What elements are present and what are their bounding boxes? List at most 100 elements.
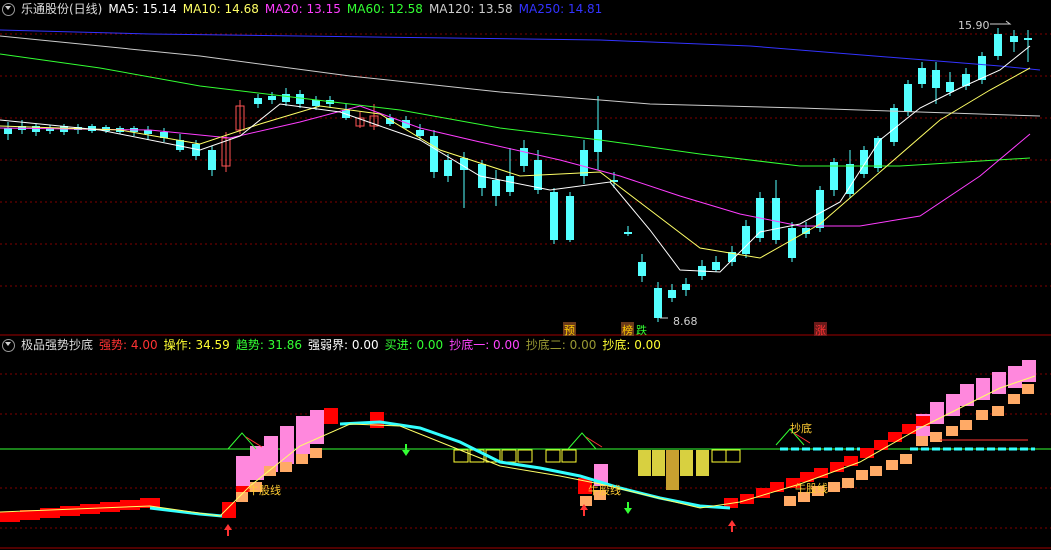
tan-bar <box>856 470 868 480</box>
candle-body-down <box>654 288 662 318</box>
operate-bar <box>666 450 679 490</box>
strength-bar <box>120 500 140 510</box>
annotation-niugu-3: 牛股线 <box>795 482 828 495</box>
indicator-pane[interactable]: 极品强势抄底 强势: 4.00 操作: 34.59 趋势: 31.86 强弱界: 0.… <box>0 336 1051 550</box>
candle-body-down <box>624 232 632 234</box>
tan-bar <box>900 454 912 464</box>
indicator-legend-item-3: 强弱界: 0.00 <box>308 338 379 352</box>
ma-legend-item-2: MA20: 13.15 <box>264 2 341 16</box>
tan-bar <box>870 466 882 476</box>
strength-bar <box>874 440 888 450</box>
tan-bar <box>842 478 854 488</box>
strength-bar <box>888 432 902 442</box>
operate-bar <box>680 450 693 476</box>
candle-body-down <box>682 284 690 290</box>
tan-bar <box>886 460 898 470</box>
indicator-legend: 强势: 4.00 操作: 34.59 趋势: 31.86 强弱界: 0.00 买进: 0… <box>99 336 661 354</box>
candle-body-down <box>144 130 152 134</box>
price-chart-pane[interactable]: 乐通股份(日线) MA5: 15.14 MA10: 14.68 MA20: 13.1… <box>0 0 1051 338</box>
price-chart[interactable] <box>0 0 1051 336</box>
tan-bar <box>264 466 276 476</box>
pink-bar <box>946 394 960 416</box>
operate-box <box>561 449 577 463</box>
stock-title: 乐通股份(日线) <box>21 2 103 16</box>
tan-bar <box>828 482 840 492</box>
strength-bar <box>844 456 858 466</box>
tan-bar <box>1008 394 1020 404</box>
sub-header: 极品强势抄底 强势: 4.00 操作: 34.59 趋势: 31.86 强弱界: 0.… <box>0 336 661 354</box>
candle-body-down <box>918 68 926 84</box>
candle-body-down <box>416 130 424 136</box>
operate-bar <box>696 450 709 476</box>
operate-box <box>501 449 517 463</box>
candle-body-down <box>444 160 452 176</box>
operate-bar <box>638 450 651 476</box>
tan-bar <box>280 462 292 472</box>
low-price-label: 8.68 <box>673 315 698 328</box>
strength-bar <box>222 502 236 518</box>
candle-body-down <box>580 150 588 176</box>
pink-bar <box>250 446 264 480</box>
ma-legend-item-5: MA250: 14.81 <box>518 2 603 16</box>
pink-bar <box>1022 360 1036 382</box>
indicator-chart[interactable] <box>0 336 1051 550</box>
indicator-legend-item-7: 抄底: 0.00 <box>602 338 661 352</box>
candle-body-down <box>430 136 438 172</box>
candle-body-down <box>4 128 12 134</box>
strength-bar <box>902 424 916 434</box>
strength-bar <box>740 494 754 504</box>
pink-bar <box>960 384 974 406</box>
indicator-legend-item-1: 操作: 34.59 <box>163 338 230 352</box>
strength-bar <box>324 408 338 424</box>
indicator-legend-item-0: 强势: 4.00 <box>99 338 158 352</box>
pink-bar <box>930 402 944 424</box>
candle-body-down <box>1024 38 1032 40</box>
ma-legend-item-4: MA120: 13.58 <box>428 2 513 16</box>
ma250-line <box>0 29 1041 71</box>
ma-legend-item-0: MA5: 15.14 <box>108 2 177 16</box>
strength-bar <box>60 506 80 516</box>
tan-bar <box>310 448 322 458</box>
candle-body-down <box>254 98 262 104</box>
sell-arrow-icon <box>624 502 632 514</box>
candle-body-down <box>506 176 514 192</box>
tan-bar <box>946 426 958 436</box>
buy-arrow-icon <box>728 520 736 532</box>
main-header: 乐通股份(日线) MA5: 15.14 MA10: 14.68 MA20: 13.1… <box>0 0 602 18</box>
candle-body-down <box>712 262 720 270</box>
sell-arrow-icon <box>402 444 410 456</box>
indicator-legend-item-6: 抄底二: 0.00 <box>525 338 597 352</box>
ma-legend-item-3: MA60: 12.58 <box>346 2 423 16</box>
annotation-niugu-1: 牛股线 <box>248 484 281 497</box>
candle-body-down <box>312 100 320 106</box>
operate-box <box>725 449 741 463</box>
candle-body-down <box>566 196 574 240</box>
buy-arrow-icon <box>224 524 232 536</box>
ma-legend: MA5: 15.14 MA10: 14.68 MA20: 13.15 MA60: 12… <box>108 0 602 18</box>
operate-box <box>517 449 533 463</box>
tan-bar <box>960 420 972 430</box>
candle-body-down <box>816 190 824 228</box>
candle-body-down <box>268 96 276 100</box>
ma-legend-item-1: MA10: 14.68 <box>182 2 259 16</box>
candle-body-down <box>638 262 646 276</box>
tan-bar <box>1022 384 1034 394</box>
candle-body-down <box>296 94 304 104</box>
annotation-niugu-2: 牛股线 <box>588 484 621 497</box>
signal-triangle <box>245 436 263 448</box>
strength-bar <box>860 448 874 458</box>
candle-body-down <box>742 226 750 254</box>
candle-body-down <box>860 150 868 174</box>
tan-bar <box>916 436 928 446</box>
tan-bar <box>296 454 308 464</box>
indicator-legend-item-2: 趋势: 31.86 <box>235 338 303 352</box>
tan-bar <box>976 410 988 420</box>
operate-bar <box>652 450 665 476</box>
annotation-chaodi: 抄底 <box>790 422 812 435</box>
collapse-main-icon[interactable] <box>2 3 15 16</box>
candle-body-down <box>846 164 854 194</box>
operate-box <box>545 449 561 463</box>
collapse-sub-icon[interactable] <box>2 339 15 352</box>
candle-body-down <box>594 130 602 152</box>
operate-box <box>711 449 727 463</box>
